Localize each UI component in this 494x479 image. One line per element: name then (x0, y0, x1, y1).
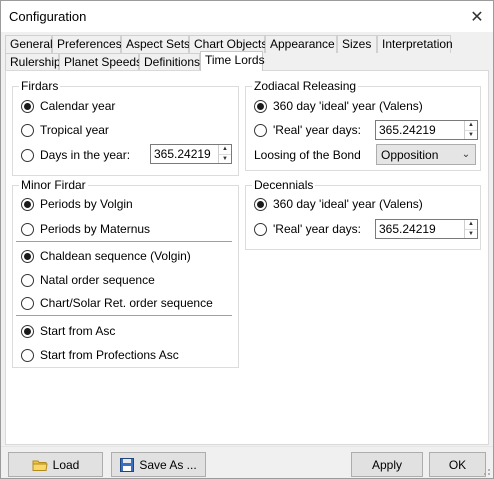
zr-ideal-year-option[interactable]: 360 day 'ideal' year (Valens) (254, 98, 423, 114)
firdars-calendar-year-option[interactable]: Calendar year (21, 98, 115, 114)
divider (1, 446, 493, 447)
zr-real-year-option[interactable]: 'Real' year days: (254, 122, 361, 138)
ok-button[interactable]: OK (429, 452, 486, 477)
option-label: 360 day 'ideal' year (Valens) (273, 99, 423, 113)
stepper-buttons[interactable]: ▲ ▼ (218, 145, 231, 163)
tab-general[interactable]: General (5, 35, 53, 53)
radio-icon (254, 123, 267, 137)
periods-maternus-option[interactable]: Periods by Maternus (21, 221, 150, 237)
down-arrow-icon[interactable]: ▼ (465, 130, 477, 140)
divider (16, 315, 232, 316)
chart-solar-ret-sequence-option[interactable]: Chart/Solar Ret. order sequence (21, 295, 213, 311)
stepper-value: 365.24219 (154, 147, 211, 161)
dec-days-stepper[interactable]: 365.24219 ▲ ▼ (375, 219, 478, 239)
radio-icon (254, 222, 267, 236)
tab-rulership[interactable]: Rulership (5, 53, 61, 71)
stepper-value: 365.24219 (379, 123, 436, 137)
radio-icon (21, 123, 34, 137)
radio-icon (21, 273, 34, 287)
chaldean-sequence-option[interactable]: Chaldean sequence (Volgin) (21, 248, 191, 264)
select-value: Opposition (381, 147, 439, 162)
firdars-title: Firdars (19, 79, 61, 93)
radio-checked-icon (21, 99, 34, 113)
load-button[interactable]: Load (8, 452, 103, 477)
down-arrow-icon[interactable]: ▼ (465, 229, 477, 239)
tab-preferences[interactable]: Preferences (52, 35, 122, 53)
option-label: 'Real' year days: (273, 222, 361, 236)
option-label: Chaldean sequence (Volgin) (40, 249, 191, 263)
minor-firdar-title: Minor Firdar (19, 178, 88, 192)
zodiacal-releasing-group: Zodiacal Releasing 360 day 'ideal' year … (245, 79, 481, 171)
option-label: Start from Profections Asc (40, 348, 179, 362)
tab-planet-speeds[interactable]: Planet Speeds (59, 53, 142, 71)
divider (16, 241, 232, 242)
tab-aspect-sets[interactable]: Aspect Sets (121, 35, 190, 53)
firdars-group: Firdars Calendar year Tropical year Days… (12, 79, 239, 176)
dec-ideal-year-option[interactable]: 360 day 'ideal' year (Valens) (254, 196, 423, 212)
title-bar: Configuration ✕ (1, 1, 493, 32)
save-as-label: Save As ... (139, 457, 197, 472)
up-arrow-icon[interactable]: ▲ (219, 145, 231, 154)
start-from-asc-option[interactable]: Start from Asc (21, 323, 115, 339)
stepper-buttons[interactable]: ▲ ▼ (464, 121, 477, 139)
window-title: Configuration (9, 9, 87, 24)
apply-button[interactable]: Apply (351, 452, 423, 477)
up-arrow-icon[interactable]: ▲ (465, 121, 477, 130)
stepper-value: 365.24219 (379, 222, 436, 236)
tab-interpretation[interactable]: Interpretation (377, 35, 453, 53)
radio-checked-icon (254, 197, 267, 211)
zodiacal-releasing-title: Zodiacal Releasing (252, 79, 359, 93)
option-label: Periods by Maternus (40, 222, 151, 236)
tab-time-lords[interactable]: Time Lords (200, 51, 265, 71)
firdars-tropical-year-option[interactable]: Tropical year (21, 122, 109, 138)
option-label: Calendar year (40, 99, 116, 113)
load-label: Load (52, 457, 80, 472)
option-label: Periods by Volgin (40, 197, 133, 211)
zr-days-stepper[interactable]: 365.24219 ▲ ▼ (375, 120, 478, 140)
periods-volgin-option[interactable]: Periods by Volgin (21, 196, 133, 212)
up-arrow-icon[interactable]: ▲ (465, 220, 477, 229)
firdars-days-stepper[interactable]: 365.24219 ▲ ▼ (150, 144, 232, 164)
chevron-down-icon: ⌄ (461, 149, 471, 160)
radio-checked-icon (254, 99, 267, 113)
minor-firdar-group: Minor Firdar Periods by Volgin Periods b… (12, 178, 239, 368)
dec-real-year-option[interactable]: 'Real' year days: (254, 221, 361, 237)
radio-icon (21, 222, 34, 236)
radio-icon (21, 296, 34, 310)
decennials-title: Decennials (252, 178, 316, 192)
natal-order-sequence-option[interactable]: Natal order sequence (21, 272, 155, 288)
decennials-group: Decennials 360 day 'ideal' year (Valens)… (245, 178, 481, 250)
start-from-profections-asc-option[interactable]: Start from Profections Asc (21, 347, 179, 363)
stepper-buttons[interactable]: ▲ ▼ (464, 220, 477, 238)
option-label: 'Real' year days: (273, 123, 361, 137)
loosing-of-bond-label: Loosing of the Bond (254, 148, 361, 162)
configuration-window: Configuration ✕ General Preferences Aspe… (0, 0, 494, 479)
time-lords-panel: Firdars Calendar year Tropical year Days… (5, 70, 489, 445)
tab-definitions[interactable]: Definitions (139, 53, 200, 71)
option-label: Start from Asc (40, 324, 116, 338)
option-label: Natal order sequence (40, 273, 155, 287)
option-label: Days in the year: (40, 148, 131, 162)
option-label: 360 day 'ideal' year (Valens) (273, 197, 423, 211)
floppy-disk-icon (120, 457, 135, 472)
folder-icon (32, 458, 48, 472)
down-arrow-icon[interactable]: ▼ (219, 154, 231, 164)
close-icon[interactable]: ✕ (461, 1, 493, 32)
radio-icon (21, 348, 34, 362)
option-label: Tropical year (40, 123, 109, 137)
tab-sizes[interactable]: Sizes (337, 35, 377, 53)
resize-grip-icon[interactable] (481, 466, 491, 476)
option-label: Chart/Solar Ret. order sequence (40, 296, 213, 310)
tab-appearance[interactable]: Appearance (265, 35, 337, 53)
radio-checked-icon (21, 324, 34, 338)
radio-checked-icon (21, 197, 34, 211)
save-as-button[interactable]: Save As ... (111, 452, 206, 477)
radio-checked-icon (21, 249, 34, 263)
radio-icon (21, 148, 34, 162)
firdars-days-option[interactable]: Days in the year: (21, 147, 130, 163)
loosing-of-bond-select[interactable]: Opposition ⌄ (376, 144, 476, 165)
